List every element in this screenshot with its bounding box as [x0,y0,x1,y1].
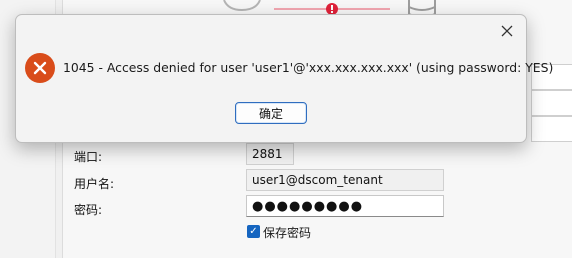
close-icon [501,25,513,37]
save-password-label: 保存密码 [263,226,312,240]
error-dialog: 1045 - Access denied for user 'user1'@'x… [15,14,553,143]
port-label: 端口: [74,150,103,164]
error-x-icon [25,53,55,83]
close-button[interactable] [494,19,520,43]
ok-button[interactable]: 确定 [235,102,307,124]
background-field [531,116,572,142]
username-label: 用户名: [74,177,115,191]
error-message: 1045 - Access denied for user 'user1'@'x… [63,60,554,75]
port-input[interactable]: 2881 [246,143,294,165]
password-input[interactable]: ●●●●●●●●● [246,195,444,217]
background-field [531,90,572,116]
client-computer-icon [223,0,261,12]
password-label: 密码: [74,203,103,217]
username-input[interactable]: user1@dscom_tenant [246,169,444,191]
save-password-checkbox[interactable]: ✓ [247,225,260,238]
